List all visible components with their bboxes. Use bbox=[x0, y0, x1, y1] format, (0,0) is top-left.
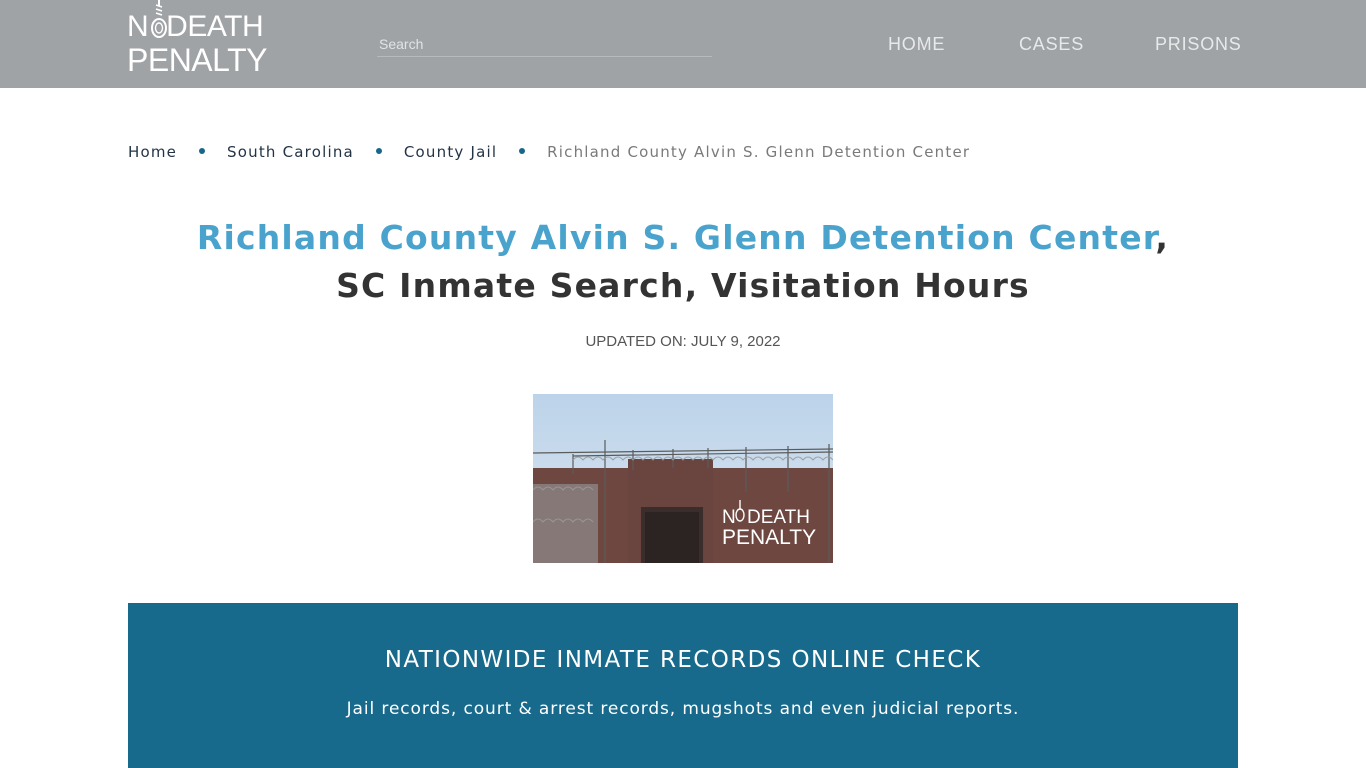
breadcrumb-current: Richland County Alvin S. Glenn Detention… bbox=[547, 143, 971, 161]
site-header: NDEATH PENALTY HOME CASES PRISONS bbox=[0, 0, 1366, 88]
search-box bbox=[377, 33, 712, 57]
nav-home[interactable]: HOME bbox=[888, 34, 945, 55]
records-check-banner: NATIONWIDE INMATE RECORDS ONLINE CHECK J… bbox=[128, 603, 1238, 768]
breadcrumb-south-carolina[interactable]: South Carolina bbox=[227, 143, 354, 161]
search-input[interactable] bbox=[377, 33, 712, 55]
svg-text:PENALTY: PENALTY bbox=[722, 526, 816, 549]
updated-date: UPDATED ON: JULY 9, 2022 bbox=[585, 333, 781, 350]
breadcrumb: Home South Carolina County Jail Richland… bbox=[128, 143, 970, 161]
breadcrumb-home[interactable]: Home bbox=[128, 143, 177, 161]
nav-cases[interactable]: CASES bbox=[1019, 34, 1084, 55]
svg-text:DEATH: DEATH bbox=[747, 507, 810, 528]
detention-center-photo: N DEATH PENALTY bbox=[533, 394, 833, 563]
logo-text-line2: PENALTY bbox=[127, 42, 267, 78]
svg-text:N: N bbox=[722, 507, 736, 528]
breadcrumb-separator bbox=[199, 147, 206, 154]
breadcrumb-separator bbox=[519, 147, 526, 154]
breadcrumb-county-jail[interactable]: County Jail bbox=[404, 143, 497, 161]
hero-image: N DEATH PENALTY bbox=[533, 394, 833, 563]
site-logo[interactable]: N DEATH PENALTY bbox=[127, 0, 287, 78]
breadcrumb-separator bbox=[375, 147, 382, 154]
banner-subtitle: Jail records, court & arrest records, mu… bbox=[346, 699, 1020, 719]
nav-prisons[interactable]: PRISONS bbox=[1155, 34, 1242, 55]
logo-text-line1: N DEATH bbox=[127, 10, 264, 43]
page-title: Richland County Alvin S. Glenn Detention… bbox=[180, 214, 1186, 310]
banner-title: NATIONWIDE INMATE RECORDS ONLINE CHECK bbox=[384, 647, 982, 673]
page-title-accent: Richland County Alvin S. Glenn Detention… bbox=[196, 218, 1156, 257]
